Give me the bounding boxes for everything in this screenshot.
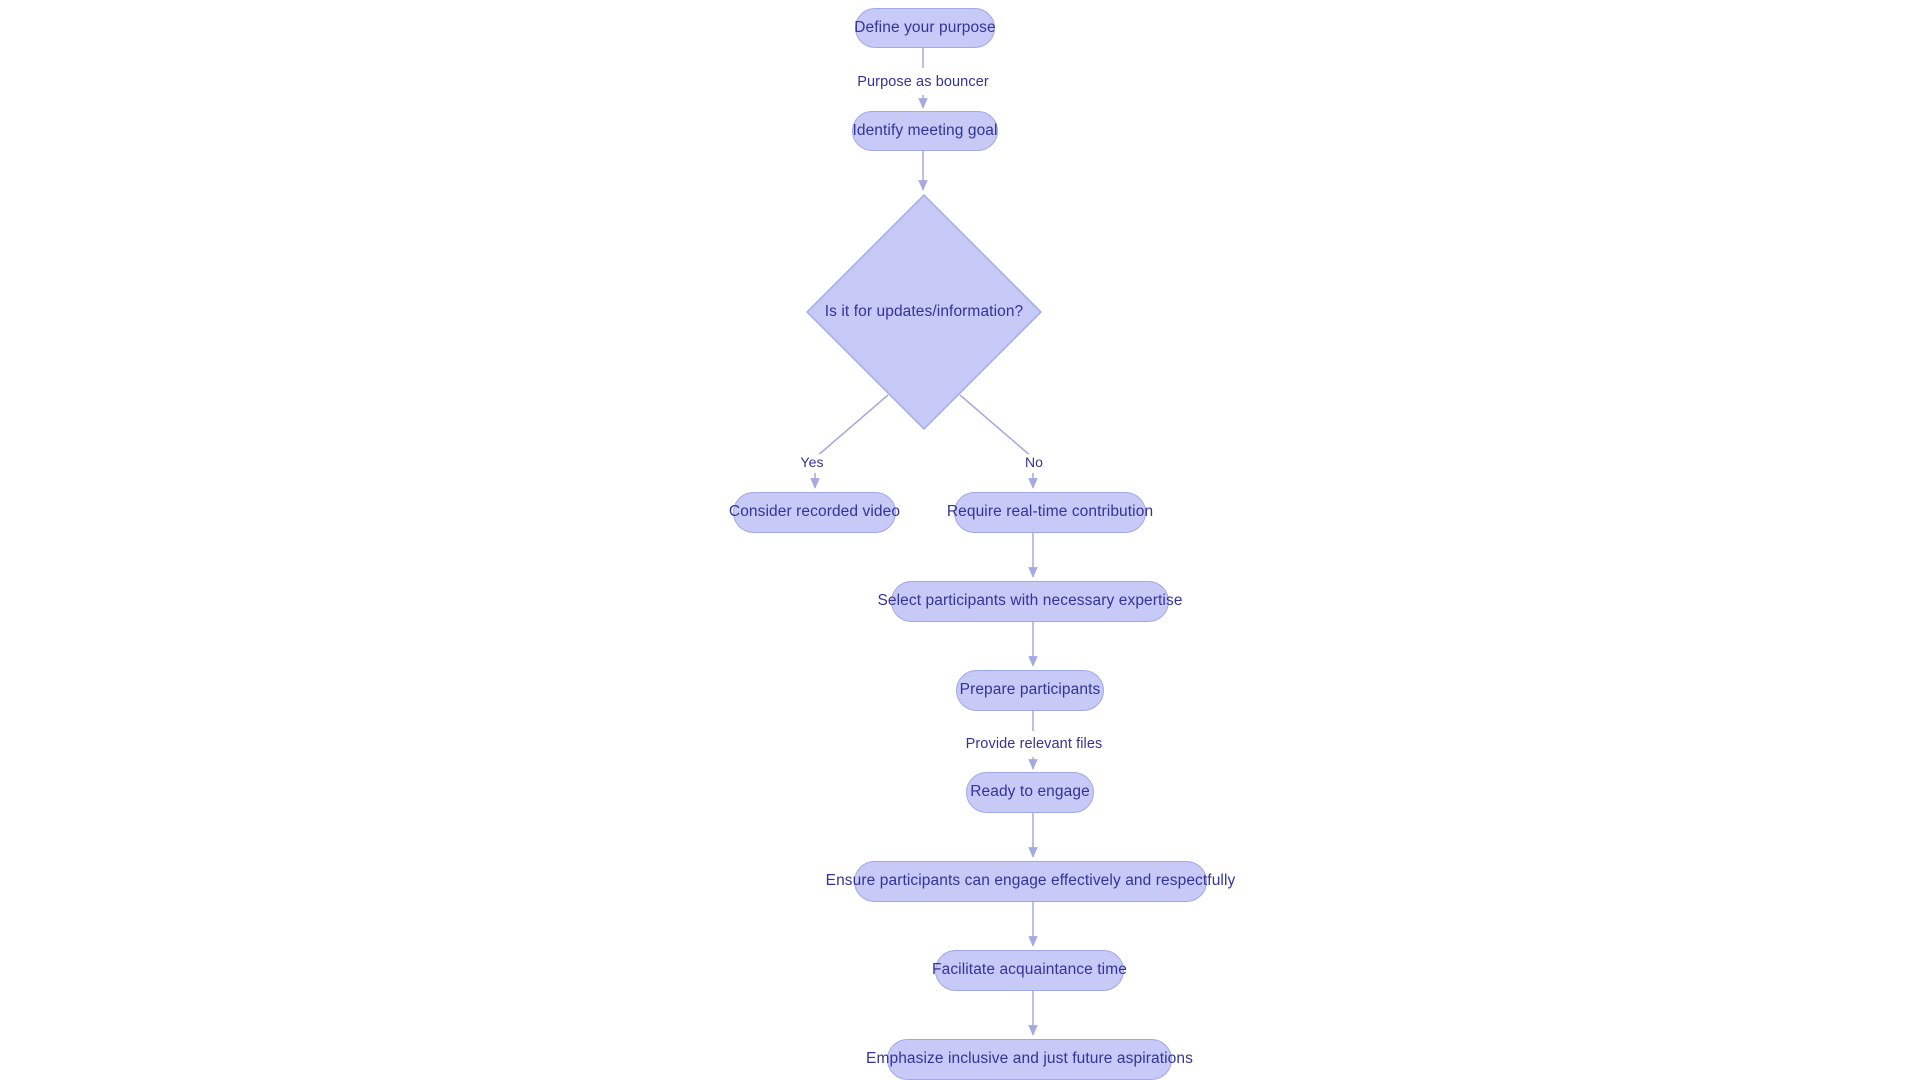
node-label: Ready to engage	[970, 783, 1090, 801]
node-label: Facilitate acquaintance time	[932, 961, 1127, 979]
edge-label-purpose-as-bouncer: Purpose as bouncer	[854, 74, 992, 90]
edge-label-no: No	[1021, 454, 1047, 470]
edge-label-yes: Yes	[797, 454, 827, 470]
node-label: Identify meeting goal	[852, 121, 998, 139]
node-facilitate-acquaintance-time[interactable]: Facilitate acquaintance time	[932, 950, 1127, 991]
node-label: Consider recorded video	[728, 503, 901, 521]
flowchart-canvas: Define your purpose Identify meeting goa…	[0, 0, 1920, 1080]
node-label: Emphasize inclusive and just future aspi…	[866, 1050, 1193, 1068]
node-label: Require real-time contribution	[946, 503, 1154, 521]
node-ensure-participants-can-engage-effectively-and-respectfully[interactable]: Ensure participants can engage effective…	[826, 861, 1235, 902]
node-label: Define your purpose	[854, 18, 996, 36]
node-label: Prepare participants	[959, 681, 1101, 699]
node-emphasize-inclusive-and-just-future-aspirations[interactable]: Emphasize inclusive and just future aspi…	[866, 1039, 1193, 1080]
edge-layer	[810, 48, 1038, 1036]
node-label: Is it for updates/information?	[824, 303, 1024, 320]
node-label: Select participants with necessary exper…	[877, 592, 1183, 610]
node-select-participants-with-necessary-expertise[interactable]: Select participants with necessary exper…	[877, 581, 1182, 622]
node-consider-recorded-video[interactable]: Consider recorded video	[729, 492, 900, 533]
node-is-it-for-updates-information[interactable]: Is it for updates/information?	[806, 194, 1042, 430]
node-define-your-purpose[interactable]: Define your purpose	[854, 8, 996, 48]
node-label: Ensure participants can engage effective…	[825, 872, 1236, 890]
node-require-real-time-contribution[interactable]: Require real-time contribution	[947, 492, 1153, 533]
node-ready-to-engage[interactable]: Ready to engage	[966, 772, 1094, 813]
node-prepare-participants[interactable]: Prepare participants	[956, 670, 1104, 711]
edge-label-provide-relevant-files: Provide relevant files	[962, 736, 1106, 752]
node-identify-meeting-goal[interactable]: Identify meeting goal	[852, 111, 998, 151]
